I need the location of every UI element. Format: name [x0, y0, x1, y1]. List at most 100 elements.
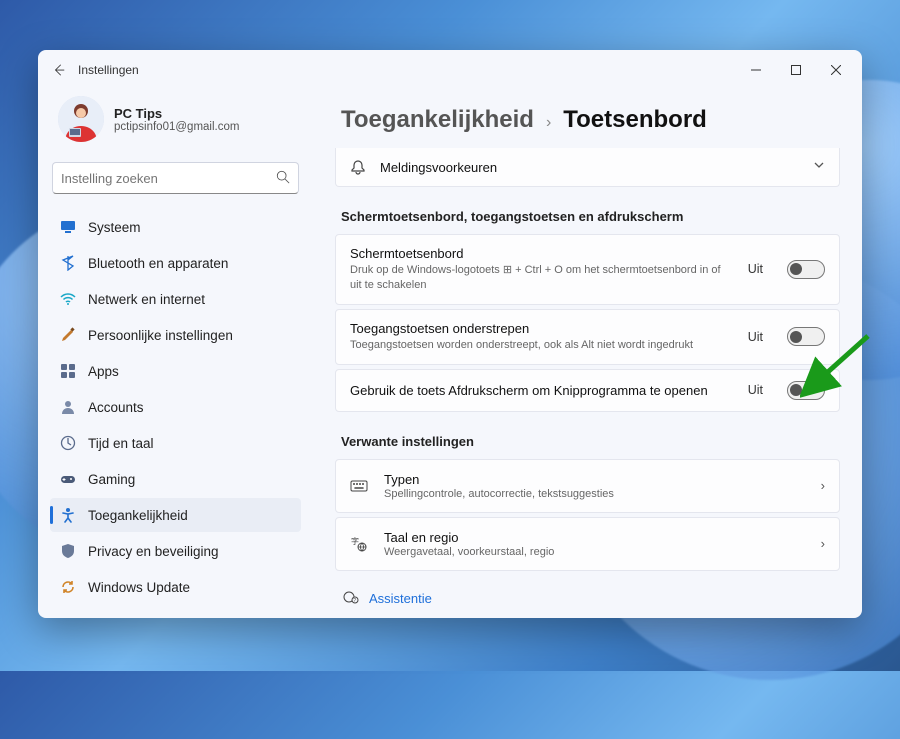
sidebar-item-label: Privacy en beveiliging — [88, 544, 219, 559]
row-title: Toegangstoetsen onderstrepen — [350, 321, 734, 336]
toggle-knob — [790, 331, 802, 343]
schermtoetsenbord-row[interactable]: Schermtoetsenbord Druk op de Windows-log… — [335, 234, 840, 305]
user-block[interactable]: PC Tips pctipsinfo01@gmail.com — [50, 90, 301, 158]
sidebar-item-systeem[interactable]: Systeem — [50, 210, 301, 244]
user-email: pctipsinfo01@gmail.com — [114, 121, 239, 133]
user-text: PC Tips pctipsinfo01@gmail.com — [114, 106, 239, 133]
accessibility-icon — [60, 507, 76, 523]
sidebar-item-toegankelijkheid[interactable]: Toegankelijkheid — [50, 498, 301, 532]
sidebar-item-tijd-taal[interactable]: Tijd en taal — [50, 426, 301, 460]
sidebar-item-label: Tijd en taal — [88, 436, 154, 451]
row-title: Meldingsvoorkeuren — [380, 160, 497, 175]
sidebar-item-label: Toegankelijkheid — [88, 508, 188, 523]
toggle-state-label: Uit — [748, 383, 763, 397]
link-title: Taal en regio — [384, 530, 805, 545]
meldingsvoorkeuren-row[interactable]: Meldingsvoorkeuren — [335, 148, 840, 187]
bluetooth-icon — [60, 255, 76, 271]
monitor-icon — [60, 219, 76, 235]
sidebar-item-label: Bluetooth en apparaten — [88, 256, 228, 271]
sidebar-item-netwerk[interactable]: Netwerk en internet — [50, 282, 301, 316]
assistentie-link[interactable]: ? Assistentie — [335, 575, 840, 608]
arrow-left-icon — [52, 63, 66, 77]
svg-text:?: ? — [353, 598, 356, 604]
help-icon: ? — [343, 589, 359, 608]
minimize-button[interactable] — [736, 55, 776, 85]
row-title: Schermtoetsenbord — [350, 246, 734, 261]
sidebar-item-persoonlijke[interactable]: Persoonlijke instellingen — [50, 318, 301, 352]
sidebar-item-gaming[interactable]: Gaming — [50, 462, 301, 496]
page-title: Toetsenbord — [563, 106, 707, 134]
back-button[interactable] — [44, 55, 74, 85]
chevron-right-icon: › — [821, 536, 825, 551]
toggle-afdrukscherm[interactable] — [787, 381, 825, 400]
close-button[interactable] — [816, 55, 856, 85]
minimize-icon — [751, 65, 761, 75]
sidebar-item-label: Apps — [88, 364, 119, 379]
sidebar-item-label: Accounts — [88, 400, 144, 415]
toggle-knob — [790, 263, 802, 275]
search-box[interactable] — [52, 162, 299, 194]
sidebar-item-label: Gaming — [88, 472, 135, 487]
sidebar-item-windows-update[interactable]: Windows Update — [50, 570, 301, 604]
link-title: Typen — [384, 472, 805, 487]
chevron-down-icon — [813, 158, 825, 176]
row-subtitle: Druk op de Windows-logotoets ⊞ + Ctrl + … — [350, 263, 734, 293]
sidebar-item-bluetooth[interactable]: Bluetooth en apparaten — [50, 246, 301, 280]
breadcrumb: Toegankelijkheid › Toetsenbord — [335, 90, 840, 148]
maximize-button[interactable] — [776, 55, 816, 85]
person-icon — [60, 399, 76, 415]
sidebar-item-label: Windows Update — [88, 580, 190, 595]
chevron-right-icon: › — [546, 114, 551, 132]
link-subtitle: Spellingcontrole, autocorrectie, tekstsu… — [384, 488, 805, 500]
toggle-schermtoetsenbord[interactable] — [787, 260, 825, 279]
window-controls — [736, 55, 856, 85]
section-heading-2: Verwante instellingen — [341, 434, 834, 449]
section-heading-1: Schermtoetsenbord, toegangstoetsen en af… — [341, 209, 834, 224]
sidebar-item-privacy[interactable]: Privacy en beveiliging — [50, 534, 301, 568]
keyboard-icon — [350, 477, 368, 495]
breadcrumb-parent[interactable]: Toegankelijkheid — [341, 106, 534, 134]
row-title: Gebruik de toets Afdrukscherm om Knippro… — [350, 383, 734, 398]
link-subtitle: Weergavetaal, voorkeurstaal, regio — [384, 546, 805, 558]
sidebar-nav: Systeem Bluetooth en apparaten Netwerk e… — [50, 210, 301, 604]
paintbrush-icon — [60, 327, 76, 343]
sidebar-item-apps[interactable]: Apps — [50, 354, 301, 388]
sidebar-item-label: Systeem — [88, 220, 141, 235]
toegangstoetsen-row[interactable]: Toegangstoetsen onderstrepen Toegangstoe… — [335, 309, 840, 365]
assist-label: Assistentie — [369, 591, 432, 606]
search-icon — [276, 170, 290, 187]
sidebar-item-accounts[interactable]: Accounts — [50, 390, 301, 424]
toggle-state-label: Uit — [748, 330, 763, 344]
sidebar-item-label: Persoonlijke instellingen — [88, 328, 233, 343]
window-content: PC Tips pctipsinfo01@gmail.com Systeem B… — [38, 90, 862, 618]
svg-text:字: 字 — [351, 536, 359, 546]
shield-icon — [60, 543, 76, 559]
settings-window: Instellingen — [38, 50, 862, 618]
clock-globe-icon — [60, 435, 76, 451]
gamepad-icon — [60, 471, 76, 487]
sidebar-item-label: Netwerk en internet — [88, 292, 205, 307]
toggle-toegangstoetsen[interactable] — [787, 327, 825, 346]
taal-regio-link[interactable]: 字 Taal en regio Weergavetaal, voorkeurst… — [335, 517, 840, 571]
chevron-right-icon: › — [821, 478, 825, 493]
maximize-icon — [791, 65, 801, 75]
user-name: PC Tips — [114, 106, 239, 121]
bell-icon — [350, 159, 366, 175]
avatar-icon — [58, 96, 104, 142]
close-icon — [831, 65, 841, 75]
apps-icon — [60, 363, 76, 379]
search-input[interactable] — [61, 171, 276, 186]
update-icon — [60, 579, 76, 595]
row-subtitle: Toegangstoetsen worden onderstreept, ook… — [350, 338, 734, 353]
toggle-state-label: Uit — [748, 262, 763, 276]
titlebar: Instellingen — [38, 50, 862, 90]
main-panel: Toegankelijkheid › Toetsenbord Meldingsv… — [313, 90, 862, 618]
sidebar: PC Tips pctipsinfo01@gmail.com Systeem B… — [38, 90, 313, 618]
window-title: Instellingen — [78, 63, 139, 77]
toggle-knob — [790, 384, 802, 396]
typen-link[interactable]: Typen Spellingcontrole, autocorrectie, t… — [335, 459, 840, 513]
wifi-icon — [60, 291, 76, 307]
avatar — [58, 96, 104, 142]
globe-char-icon: 字 — [350, 535, 368, 553]
afdrukscherm-row[interactable]: Gebruik de toets Afdrukscherm om Knippro… — [335, 369, 840, 412]
